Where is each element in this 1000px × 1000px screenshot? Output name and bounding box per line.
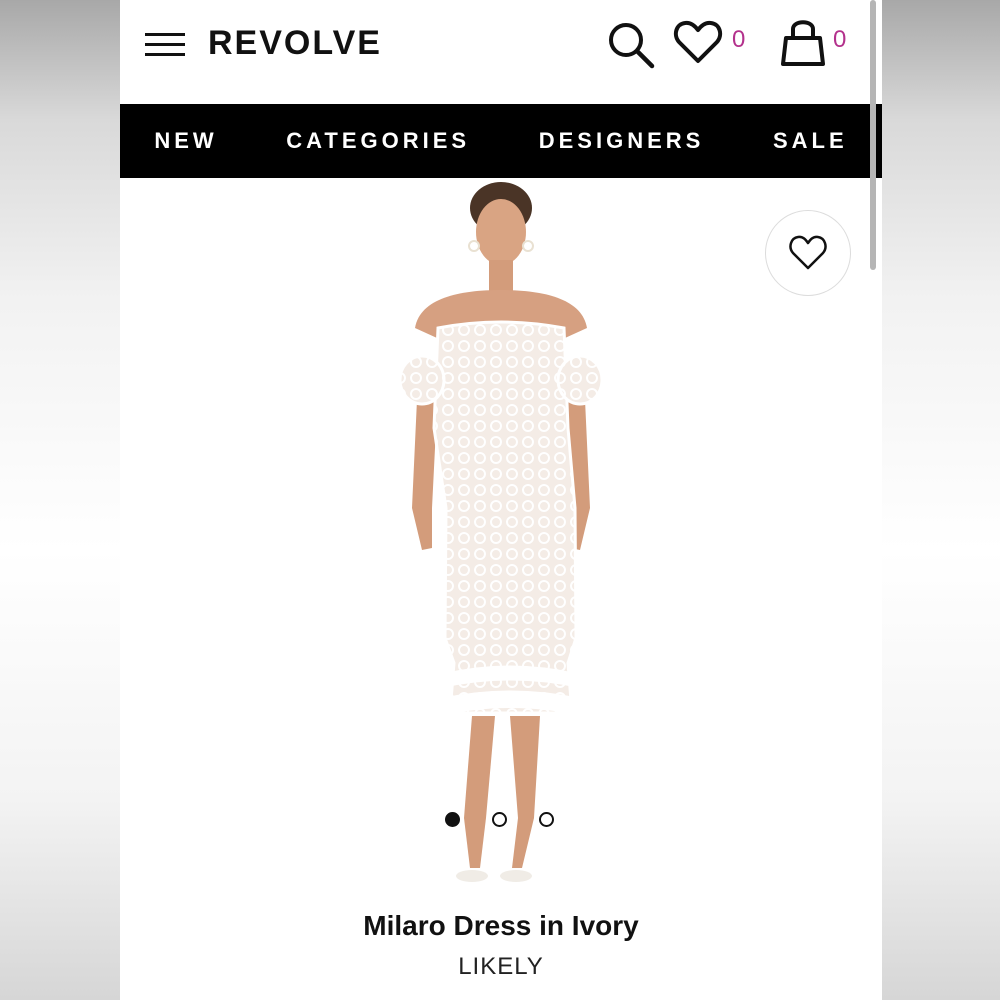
menu-line — [145, 33, 185, 36]
nav-categories[interactable]: CATEGORIES — [286, 128, 470, 154]
menu-line — [145, 53, 185, 56]
nav-designers[interactable]: DESIGNERS — [539, 128, 705, 154]
menu-line — [145, 43, 185, 46]
heart-outline-icon — [789, 235, 827, 270]
carousel-dot[interactable] — [492, 812, 507, 827]
mobile-page: REVOLVE 0 0 NEW CATEGORIES DESIGNERS SAL… — [120, 0, 882, 1000]
nav-new[interactable]: NEW — [154, 128, 217, 154]
product-title: Milaro Dress in Ivory — [363, 910, 639, 941]
logo[interactable]: REVOLVE — [208, 24, 382, 63]
wishlist-count: 0 — [732, 26, 746, 53]
carousel-indicators — [445, 812, 565, 830]
carousel-dot[interactable] — [539, 812, 554, 827]
heart-icon[interactable] — [673, 20, 723, 64]
product-brand[interactable]: LIKELY — [120, 953, 882, 981]
favorite-button[interactable] — [765, 210, 851, 296]
search-icon[interactable] — [606, 20, 656, 70]
category-nav: NEW CATEGORIES DESIGNERS SALE — [120, 104, 882, 178]
bag-count: 0 — [833, 26, 847, 53]
nav-sale[interactable]: SALE — [773, 128, 848, 154]
product-image[interactable] — [120, 178, 882, 898]
carousel-dot[interactable] — [445, 812, 460, 827]
shopping-bag-icon[interactable] — [778, 16, 828, 68]
header-bar: REVOLVE 0 0 — [120, 0, 882, 104]
hamburger-menu-icon[interactable] — [145, 33, 185, 59]
